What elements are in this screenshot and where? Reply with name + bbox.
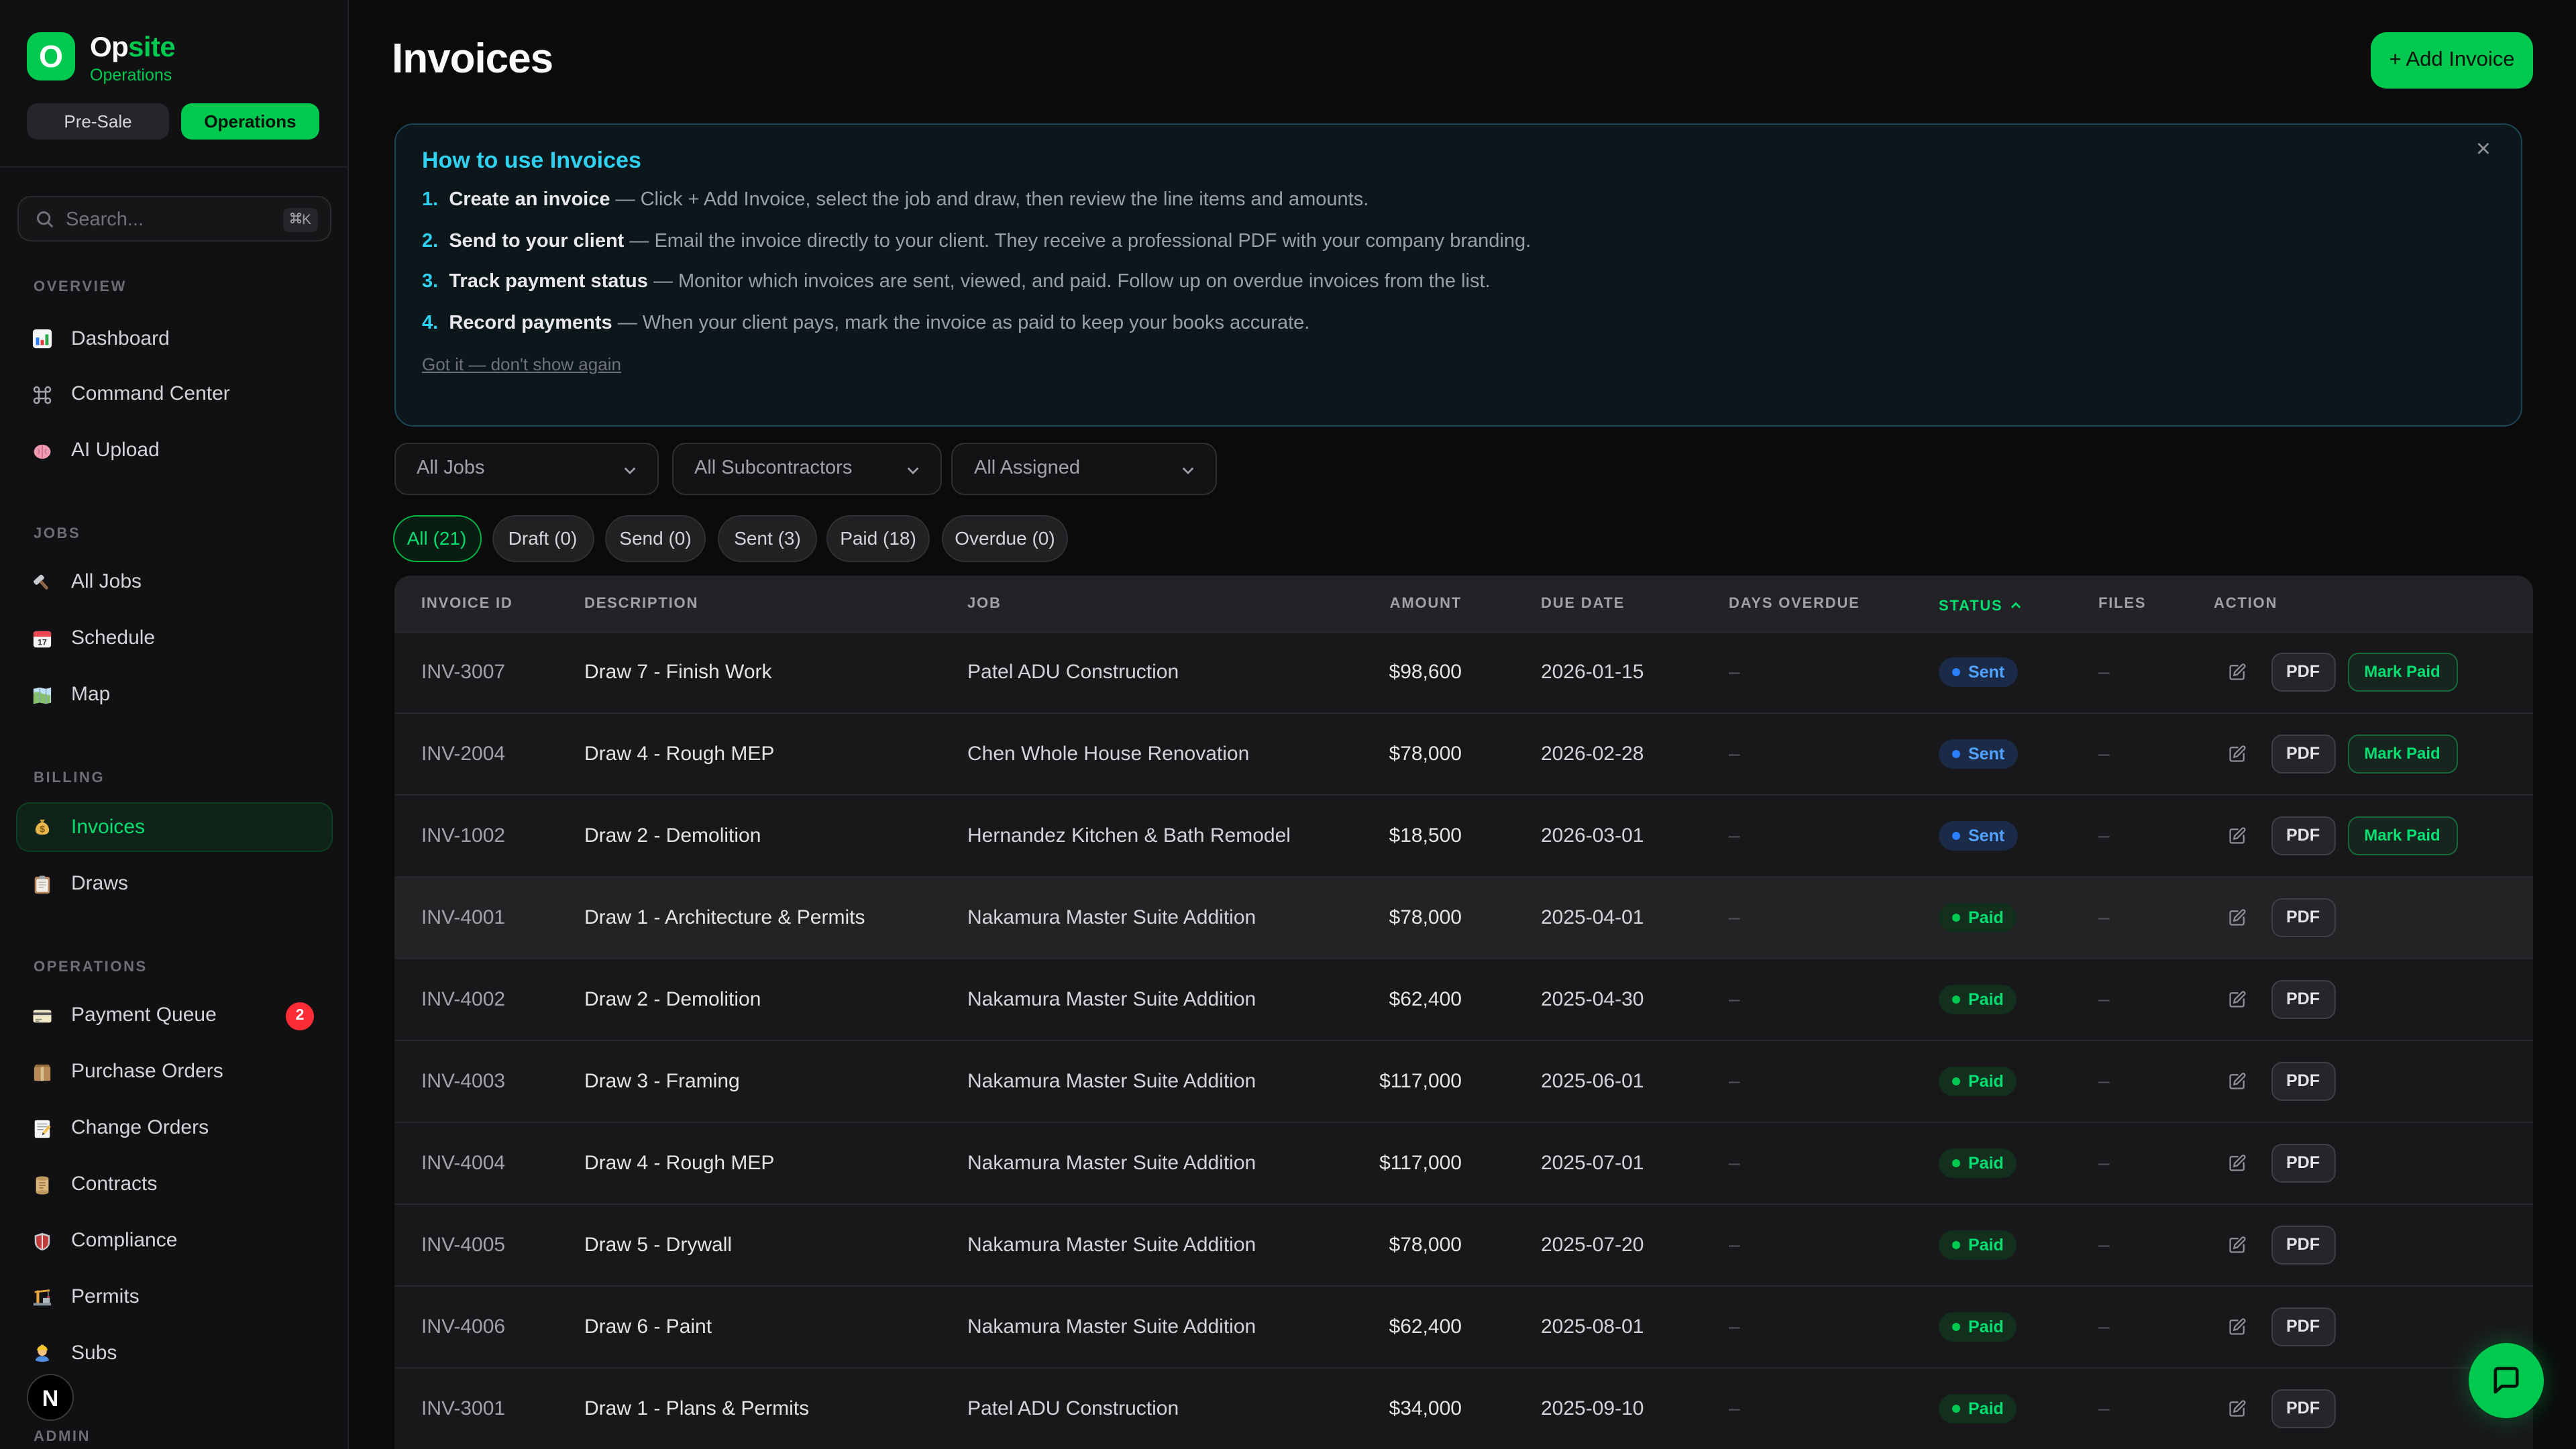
svg-text:$: $ xyxy=(40,824,45,835)
svg-text:17: 17 xyxy=(38,637,47,647)
